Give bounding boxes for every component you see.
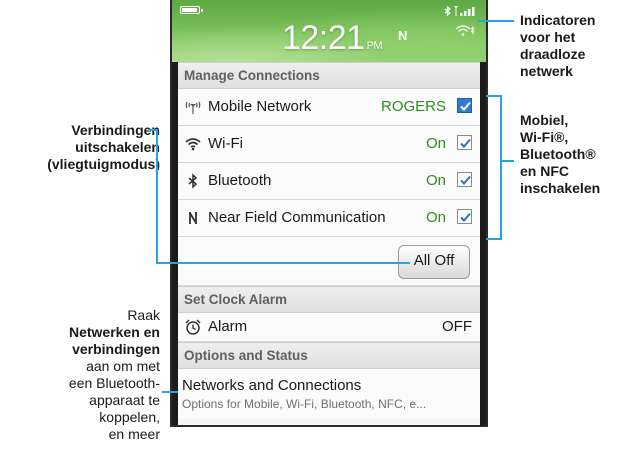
networks-connections-item[interactable]: Networks and Connections Options for Mob… xyxy=(178,369,480,419)
callout-text: draadloze xyxy=(520,46,586,62)
nfc-status-indicator: N xyxy=(398,28,408,43)
wifi-status-icon xyxy=(455,25,475,36)
nfc-row[interactable]: Near Field Communication On xyxy=(178,200,480,237)
networks-connections-callout: Raak Netwerken en verbindingen aan om me… xyxy=(30,307,160,443)
phone-screen: 12:21 PM N Manage Connections Mobile Netw… xyxy=(170,0,488,427)
callout-text: Raak xyxy=(127,307,160,323)
signal-bars-icon xyxy=(454,6,475,16)
wireless-indicators xyxy=(436,4,480,44)
options-status-header: Options and Status xyxy=(178,342,480,369)
clock-ampm: PM xyxy=(366,40,383,52)
bluetooth-checkbox[interactable] xyxy=(457,172,472,187)
enable-bracket-bottom xyxy=(486,238,502,240)
enable-callout-line xyxy=(500,160,514,162)
clock-time: 12:21 xyxy=(282,19,365,57)
callout-text: voor het xyxy=(520,29,576,45)
wifi-icon xyxy=(185,138,201,151)
bluetooth-icon xyxy=(188,173,198,189)
enable-connections-callout: Mobiel, Wi-Fi®, Bluetooth® en NFC inscha… xyxy=(520,112,600,197)
wireless-indicators-callout: Indicatoren voor het draadloze netwerk xyxy=(520,12,595,80)
networks-connections-subtitle: Options for Mobile, Wi-Fi, Bluetooth, NF… xyxy=(182,397,427,411)
bluetooth-row[interactable]: Bluetooth On xyxy=(178,163,480,200)
clock: 12:21 PM xyxy=(282,18,383,66)
airplane-callout-line-h2 xyxy=(156,262,410,264)
connections-panel: Manage Connections Mobile Network ROGERS… xyxy=(178,62,480,425)
nfc-value: On xyxy=(425,209,446,226)
nfc-checkbox[interactable] xyxy=(457,209,472,224)
networks-callout-line xyxy=(162,391,178,393)
alarm-row[interactable]: Alarm OFF xyxy=(178,313,480,342)
callout-text: Verbindingen xyxy=(71,122,160,138)
callout-text: Indicatoren xyxy=(520,12,596,28)
wifi-value: On xyxy=(425,135,446,152)
nfc-icon xyxy=(189,212,197,224)
callout-text: en meer xyxy=(108,426,160,442)
alarm-label: Alarm xyxy=(208,318,248,335)
callout-text: netwerk xyxy=(520,63,573,79)
networks-connections-title: Networks and Connections xyxy=(182,377,362,394)
alarm-clock-icon xyxy=(185,319,201,335)
mobile-network-label: Mobile Network xyxy=(208,98,312,115)
status-bar[interactable]: 12:21 PM N xyxy=(172,0,486,62)
nfc-label: Near Field Communication xyxy=(208,209,386,226)
callout-text: Wi-Fi®, xyxy=(520,129,569,145)
wifi-row[interactable]: Wi-Fi On xyxy=(178,126,480,163)
callout-text: een Bluetooth- xyxy=(68,375,160,391)
indicator-callout-line xyxy=(478,20,514,22)
manage-connections-header: Manage Connections xyxy=(178,62,480,89)
callout-text: apparaat te xyxy=(89,392,160,408)
callout-text: Netwerken en xyxy=(68,324,160,340)
callout-text: inschakelen xyxy=(520,180,601,196)
callout-text: uitschakelen xyxy=(75,139,160,155)
mobile-antenna-icon xyxy=(185,101,201,114)
callout-text: verbindingen xyxy=(72,341,160,357)
bluetooth-value: On xyxy=(425,172,446,189)
mobile-network-value: ROGERS xyxy=(380,98,446,115)
clock-alarm-header: Set Clock Alarm xyxy=(178,286,480,313)
mobile-network-row[interactable]: Mobile Network ROGERS xyxy=(178,89,480,126)
bluetooth-label: Bluetooth xyxy=(208,172,272,189)
wifi-label: Wi-Fi xyxy=(208,135,243,152)
callout-text: Bluetooth® xyxy=(520,146,596,162)
alarm-value: OFF xyxy=(442,318,472,335)
callout-text: aan om met xyxy=(86,358,160,374)
mobile-network-checkbox[interactable] xyxy=(457,98,472,113)
callout-text: koppelen, xyxy=(99,409,160,425)
callout-text: en NFC xyxy=(520,163,569,179)
airplane-mode-callout: Verbindingen uitschakelen (vliegtuigmodu… xyxy=(12,122,160,173)
airplane-callout-line-v xyxy=(156,129,158,264)
callout-text: Mobiel, xyxy=(520,112,569,128)
wifi-checkbox[interactable] xyxy=(457,135,472,150)
callout-text: (vliegtuigmodus) xyxy=(47,156,160,172)
bluetooth-status-icon xyxy=(444,6,451,16)
battery-icon xyxy=(180,6,203,14)
enable-bracket-vertical xyxy=(500,95,502,240)
